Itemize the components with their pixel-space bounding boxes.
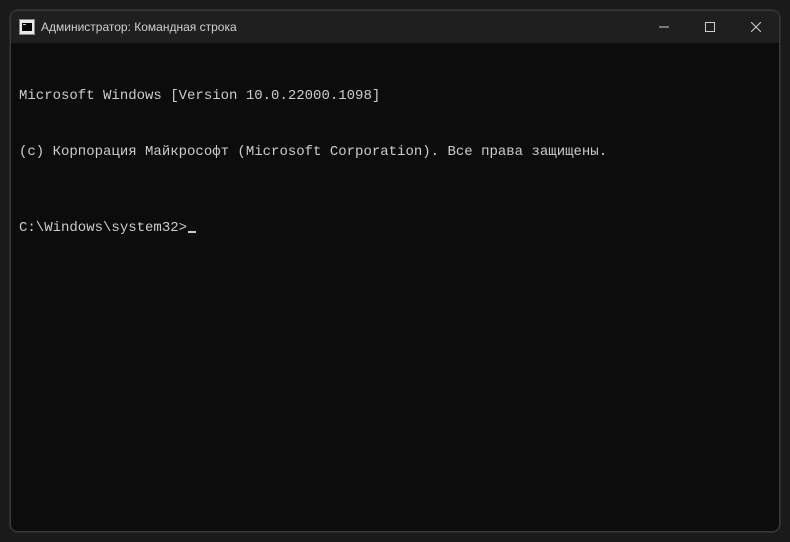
version-line: Microsoft Windows [Version 10.0.22000.10…: [19, 87, 771, 106]
minimize-button[interactable]: [641, 11, 687, 43]
titlebar[interactable]: Администратор: Командная строка: [11, 11, 779, 43]
maximize-icon: [705, 22, 715, 32]
close-button[interactable]: [733, 11, 779, 43]
cursor: [188, 231, 196, 233]
terminal-output[interactable]: Microsoft Windows [Version 10.0.22000.10…: [11, 43, 779, 531]
window-controls: [641, 11, 779, 43]
minimize-icon: [659, 22, 669, 32]
close-icon: [751, 22, 761, 32]
window-title: Администратор: Командная строка: [41, 20, 641, 34]
command-prompt-window: Администратор: Командная строка Microsof…: [10, 10, 780, 532]
copyright-line: (c) Корпорация Майкрософт (Microsoft Cor…: [19, 143, 771, 162]
prompt-text: C:\Windows\system32>: [19, 220, 187, 236]
prompt-line: C:\Windows\system32>: [19, 219, 771, 238]
maximize-button[interactable]: [687, 11, 733, 43]
cmd-icon: [19, 19, 35, 35]
